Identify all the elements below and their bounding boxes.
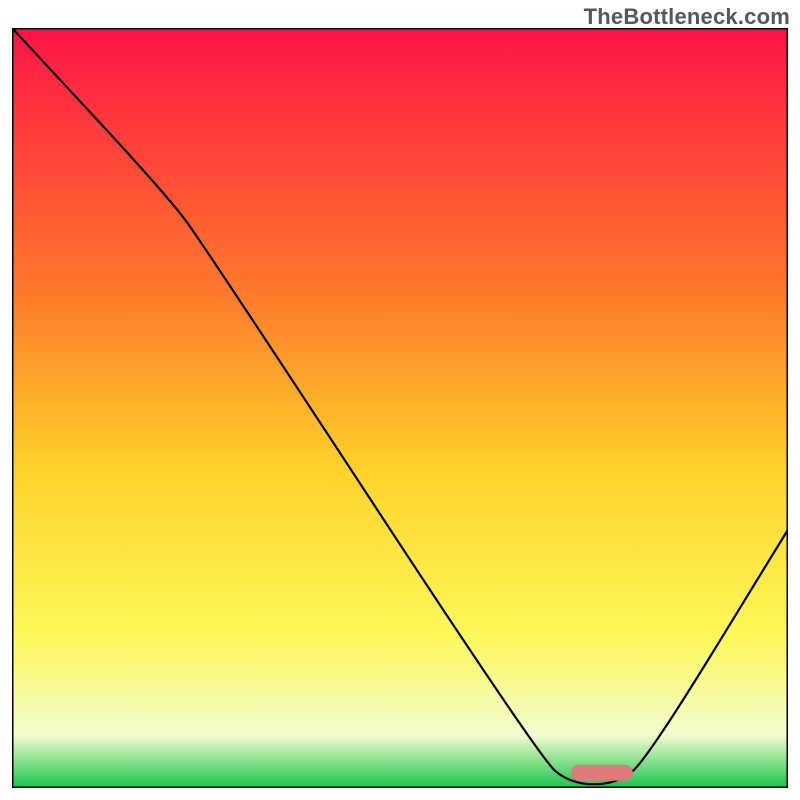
gradient-background (12, 28, 788, 788)
optimal-range-marker (571, 765, 633, 781)
chart-svg (12, 28, 788, 788)
chart-container: TheBottleneck.com (0, 0, 800, 800)
watermark-text: TheBottleneck.com (584, 4, 790, 30)
bottleneck-curve-chart (12, 28, 788, 788)
